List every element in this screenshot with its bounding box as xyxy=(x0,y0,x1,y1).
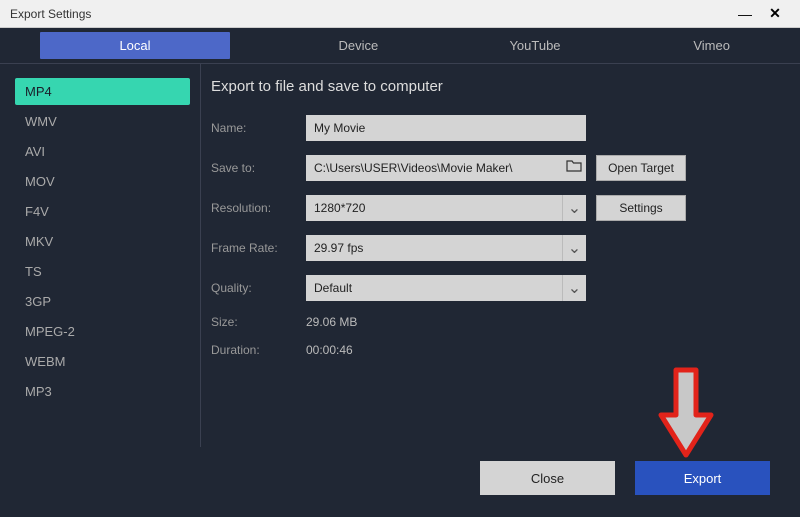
close-window-button[interactable]: ✕ xyxy=(760,5,790,22)
quality-value: Default xyxy=(306,281,562,295)
export-button[interactable]: Export xyxy=(635,461,770,495)
label-framerate: Frame Rate: xyxy=(211,241,306,255)
tab-local[interactable]: Local xyxy=(40,32,230,59)
format-sidebar: MP4 WMV AVI MOV F4V MKV TS 3GP MPEG-2 WE… xyxy=(0,64,200,447)
footer: Close Export xyxy=(0,447,800,517)
window-title: Export Settings xyxy=(10,7,730,21)
framerate-select[interactable]: 29.97 fps ⌄ xyxy=(306,235,586,261)
label-resolution: Resolution: xyxy=(211,201,306,215)
browse-folder-icon[interactable] xyxy=(562,159,586,177)
label-size: Size: xyxy=(211,315,306,329)
close-button[interactable]: Close xyxy=(480,461,615,495)
label-saveto: Save to: xyxy=(211,161,306,175)
label-duration: Duration: xyxy=(211,343,306,357)
resolution-value: 1280*720 xyxy=(306,201,562,215)
format-ts[interactable]: TS xyxy=(15,258,190,285)
tab-bar: Local Device YouTube Vimeo xyxy=(0,28,800,64)
panel-heading: Export to file and save to computer xyxy=(211,78,780,95)
format-avi[interactable]: AVI xyxy=(15,138,190,165)
open-target-button[interactable]: Open Target xyxy=(596,155,686,181)
label-quality: Quality: xyxy=(211,281,306,295)
quality-select[interactable]: Default ⌄ xyxy=(306,275,586,301)
minimize-button[interactable]: — xyxy=(730,6,760,22)
size-value: 29.06 MB xyxy=(306,315,357,329)
format-wmv[interactable]: WMV xyxy=(15,108,190,135)
titlebar: Export Settings — ✕ xyxy=(0,0,800,28)
label-name: Name: xyxy=(211,121,306,135)
tab-vimeo[interactable]: Vimeo xyxy=(623,28,800,63)
framerate-value: 29.97 fps xyxy=(306,241,562,255)
name-input[interactable] xyxy=(306,115,586,141)
format-f4v[interactable]: F4V xyxy=(15,198,190,225)
format-mov[interactable]: MOV xyxy=(15,168,190,195)
saveto-input[interactable] xyxy=(306,161,562,175)
format-mkv[interactable]: MKV xyxy=(15,228,190,255)
chevron-down-icon: ⌄ xyxy=(562,275,586,301)
duration-value: 00:00:46 xyxy=(306,343,353,357)
settings-button[interactable]: Settings xyxy=(596,195,686,221)
chevron-down-icon: ⌄ xyxy=(562,195,586,221)
format-mpeg2[interactable]: MPEG-2 xyxy=(15,318,190,345)
format-webm[interactable]: WEBM xyxy=(15,348,190,375)
resolution-select[interactable]: 1280*720 ⌄ xyxy=(306,195,586,221)
format-3gp[interactable]: 3GP xyxy=(15,288,190,315)
format-mp4[interactable]: MP4 xyxy=(15,78,190,105)
tab-device[interactable]: Device xyxy=(270,28,447,63)
chevron-down-icon: ⌄ xyxy=(562,235,586,261)
export-panel: Export to file and save to computer Name… xyxy=(200,64,800,447)
format-mp3[interactable]: MP3 xyxy=(15,378,190,405)
tab-youtube[interactable]: YouTube xyxy=(447,28,624,63)
